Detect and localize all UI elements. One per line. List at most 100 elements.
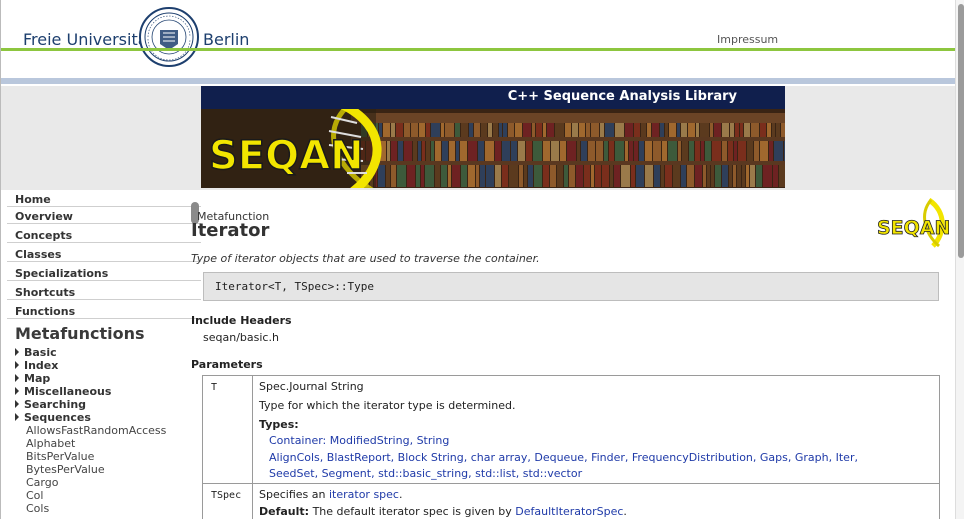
- seqan-logo-icon[interactable]: SEQAN: [877, 198, 949, 248]
- type-link-blastreport[interactable]: BlastReport: [327, 451, 391, 464]
- book-spine: [703, 165, 706, 187]
- tree-item-basic[interactable]: Basic: [15, 346, 57, 359]
- book-spine: [682, 141, 688, 161]
- book-spine: [523, 123, 531, 137]
- header-green-rule: [1, 48, 955, 51]
- book-spine: [634, 123, 640, 137]
- tree-item-sequences[interactable]: Sequences: [15, 411, 91, 424]
- book-spine: [480, 165, 485, 187]
- type-link-modifiedstring[interactable]: ModifiedString: [330, 434, 410, 447]
- book-spine: [756, 165, 762, 187]
- book-spine: [774, 141, 783, 161]
- type-link-dequeue[interactable]: Dequeue: [534, 451, 584, 464]
- tree-item-map[interactable]: Map: [15, 372, 50, 385]
- metafunction-link-bytespervalue[interactable]: BytesPerValue: [26, 463, 105, 476]
- nav-functions[interactable]: Functions: [7, 305, 201, 319]
- book-spine: [396, 123, 403, 137]
- nav-shortcuts[interactable]: Shortcuts: [7, 286, 201, 300]
- table-row-divider: [203, 483, 939, 484]
- book-spine: [591, 165, 594, 187]
- tree-item-label: Basic: [24, 346, 57, 359]
- param-tspec-default: Default: The default iterator spec is gi…: [259, 505, 627, 518]
- type-link-segment[interactable]: Segment: [322, 467, 372, 480]
- book-spine: [555, 123, 564, 137]
- nav-home[interactable]: Home: [7, 193, 201, 207]
- expand-triangle-icon: [15, 400, 19, 408]
- book-spine: [425, 165, 434, 187]
- book-spine: [733, 165, 736, 187]
- book-spine: [652, 123, 659, 137]
- book-spine: [533, 141, 542, 161]
- nav-classes[interactable]: Classes: [7, 248, 201, 262]
- book-spine: [515, 123, 522, 137]
- type-link-gaps[interactable]: Gaps: [760, 451, 788, 464]
- book-spine: [478, 141, 484, 161]
- tree-item-miscellaneous[interactable]: Miscellaneous: [15, 385, 111, 398]
- nav-concepts[interactable]: Concepts: [7, 229, 201, 243]
- page-scrollbar[interactable]: [955, 0, 964, 519]
- book-spine: [502, 165, 508, 187]
- type-link-graph[interactable]: Graph: [795, 451, 829, 464]
- book-spine: [391, 141, 397, 161]
- book-spine: [705, 141, 711, 161]
- defaultiteratorspec-link[interactable]: DefaultIteratorSpec: [515, 505, 623, 518]
- book-spine: [634, 141, 638, 161]
- book-spine: [776, 123, 780, 137]
- include-headers-heading: Include Headers: [191, 314, 292, 327]
- book-spine: [769, 141, 773, 161]
- tree-item-index[interactable]: Index: [15, 359, 58, 372]
- metafunction-link-bitspervalue[interactable]: BitsPerValue: [26, 450, 94, 463]
- type-link-aligncols[interactable]: AlignCols: [269, 451, 320, 464]
- book-spine: [557, 165, 563, 187]
- book-spine: [602, 165, 609, 187]
- page: Freie Universität Berlin Impressum C++ S…: [0, 0, 964, 519]
- type-link-container[interactable]: Container:: [269, 434, 326, 447]
- type-link-frequencydistribution[interactable]: FrequencyDistribution: [632, 451, 753, 464]
- book-spine: [461, 165, 467, 187]
- book-spine: [722, 141, 727, 161]
- page-scrollbar-thumb[interactable]: [958, 4, 964, 258]
- impressum-link[interactable]: Impressum: [717, 33, 778, 46]
- nav-overview[interactable]: Overview: [7, 210, 201, 224]
- tspec-desc-prefix: Specifies an: [259, 488, 326, 501]
- type-link-string[interactable]: String: [417, 434, 450, 447]
- book-spine: [615, 141, 624, 161]
- tree-item-searching[interactable]: Searching: [15, 398, 86, 411]
- book-spine: [677, 123, 680, 137]
- book-spine: [486, 165, 494, 187]
- book-spine: [431, 141, 434, 161]
- metafunction-link-col[interactable]: Col: [26, 489, 43, 502]
- tspec-desc-suffix: .: [398, 488, 403, 501]
- book-spine: [614, 165, 620, 187]
- book-spine: [629, 141, 633, 161]
- type-link-char-array[interactable]: char array: [471, 451, 528, 464]
- book-spine: [678, 141, 681, 161]
- book-spine: [711, 165, 714, 187]
- type-link-std-vector[interactable]: std::vector: [523, 467, 582, 480]
- type-link-finder[interactable]: Finder: [591, 451, 625, 464]
- tree-item-label: Index: [24, 359, 59, 372]
- university-header: Freie Universität Berlin Impressum: [1, 0, 955, 86]
- book-spine: [550, 165, 556, 187]
- type-link-block-string[interactable]: Block String: [398, 451, 464, 464]
- university-seal-icon[interactable]: [139, 6, 199, 68]
- book-spine: [604, 141, 608, 161]
- types-label: Types:: [259, 418, 299, 431]
- book-spine: [460, 141, 467, 161]
- metafunction-link-alphabet[interactable]: Alphabet: [26, 437, 75, 450]
- type-link-std-basic-string[interactable]: std::basic_string: [378, 467, 468, 480]
- book-spine: [416, 165, 420, 187]
- param-tspec-description: Specifies an iterator spec.: [259, 488, 402, 501]
- param-t-types-line2: AlignCols, BlastReport, Block String, ch…: [269, 451, 858, 464]
- book-spine: [499, 123, 502, 137]
- type-link-std-list[interactable]: std::list: [475, 467, 516, 480]
- metafunction-link-allowsfastrandomaccess[interactable]: AllowsFastRandomAccess: [26, 424, 166, 437]
- metafunction-link-cargo[interactable]: Cargo: [26, 476, 58, 489]
- book-spine: [610, 165, 613, 187]
- iterator-spec-link[interactable]: iterator spec: [329, 488, 399, 501]
- nav-specializations[interactable]: Specializations: [7, 267, 201, 281]
- metafunction-link-cols[interactable]: Cols: [26, 502, 49, 515]
- book-spine: [710, 123, 713, 137]
- type-link-seedset[interactable]: SeedSet: [269, 467, 315, 480]
- type-link-iter[interactable]: Iter: [836, 451, 855, 464]
